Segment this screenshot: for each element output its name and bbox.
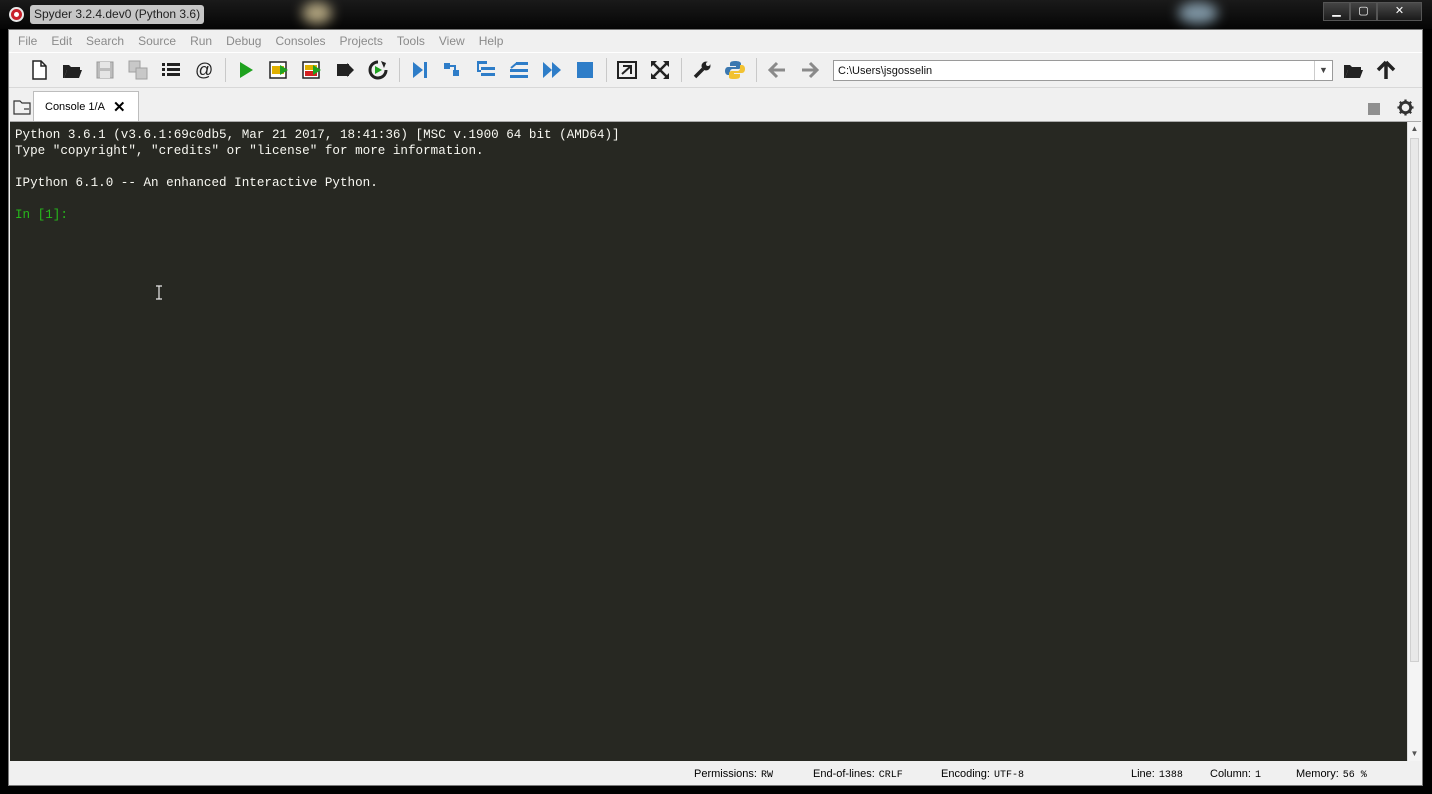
tab-console[interactable]: Console 1/A ✕: [33, 91, 139, 122]
working-directory-input[interactable]: [834, 61, 1332, 80]
console-tab-bar: Console 1/A ✕: [9, 89, 1422, 122]
background-blur: [302, 2, 332, 24]
console-line: IPython 6.1.0 -- An enhanced Interactive…: [15, 176, 378, 190]
status-column: Column: 1: [1210, 768, 1261, 781]
run-selection-icon[interactable]: [333, 58, 357, 82]
toolbar-separator: [399, 58, 400, 82]
console-line: Type "copyright", "credits" or "license"…: [15, 144, 484, 158]
open-file-icon[interactable]: [60, 58, 84, 82]
step-return-icon[interactable]: [507, 58, 531, 82]
menu-tools[interactable]: Tools: [397, 34, 425, 48]
menu-search[interactable]: Search: [86, 34, 124, 48]
toolbar-separator: [225, 58, 226, 82]
menu-help[interactable]: Help: [479, 34, 504, 48]
forward-icon[interactable]: [798, 58, 822, 82]
status-bar: Permissions: RW End-of-lines: CRLF Encodin…: [9, 764, 1422, 786]
svg-text:@: @: [195, 60, 213, 80]
outline-icon[interactable]: [159, 58, 183, 82]
menu-consoles[interactable]: Consoles: [275, 34, 325, 48]
title-bar: Spyder 3.2.4.dev0 (Python 3.6) ▁ ▢ ✕: [0, 0, 1432, 29]
debug-icon[interactable]: [408, 58, 432, 82]
close-icon[interactable]: ✕: [113, 98, 126, 116]
step-icon[interactable]: [441, 58, 465, 82]
save-icon[interactable]: [93, 58, 117, 82]
scrollbar-thumb[interactable]: [1410, 138, 1419, 662]
ipython-console[interactable]: Python 3.6.1 (v3.6.1:69c0db5, Mar 21 201…: [10, 121, 1421, 761]
maximize-icon[interactable]: ▢: [1350, 2, 1377, 21]
run-cell-icon[interactable]: [267, 58, 291, 82]
console-output: Python 3.6.1 (v3.6.1:69c0db5, Mar 21 201…: [15, 127, 620, 223]
close-icon[interactable]: ✕: [1377, 2, 1422, 21]
background-blur: [1178, 2, 1218, 24]
console-prompt[interactable]: In [1]:: [15, 207, 620, 223]
menu-bar: File Edit Search Source Run Debug Consol…: [9, 30, 1422, 51]
menu-source[interactable]: Source: [138, 34, 176, 48]
window-controls: ▁ ▢ ✕: [1323, 2, 1422, 21]
run-cell-advance-icon[interactable]: [300, 58, 324, 82]
toolbar-separator: [756, 58, 757, 82]
console-scrollbar[interactable]: ▲ ▼: [1407, 122, 1421, 761]
toolbar-separator: [681, 58, 682, 82]
main-frame: File Edit Search Source Run Debug Consol…: [8, 29, 1423, 786]
status-encoding: Encoding: UTF-8: [941, 768, 1024, 781]
parent-dir-icon[interactable]: [1374, 58, 1398, 82]
status-eol: End-of-lines: CRLF: [813, 768, 903, 781]
rerun-icon[interactable]: [366, 58, 390, 82]
at-icon[interactable]: @: [192, 58, 216, 82]
new-file-icon[interactable]: [27, 58, 51, 82]
working-directory-combo[interactable]: ▼: [833, 59, 1333, 81]
stop-debug-icon[interactable]: [573, 58, 597, 82]
save-all-icon[interactable]: [126, 58, 150, 82]
browse-folder-icon[interactable]: [1341, 58, 1365, 82]
spyder-logo-icon: [9, 7, 24, 22]
scroll-down-icon[interactable]: ▼: [1408, 747, 1421, 761]
minimize-icon[interactable]: ▁: [1323, 2, 1350, 21]
menu-view[interactable]: View: [439, 34, 465, 48]
menu-debug[interactable]: Debug: [226, 34, 261, 48]
chevron-down-icon[interactable]: ▼: [1314, 60, 1332, 80]
back-icon[interactable]: [765, 58, 789, 82]
status-line: Line: 1388: [1131, 768, 1183, 781]
menu-projects[interactable]: Projects: [340, 34, 383, 48]
toolbar-separator: [606, 58, 607, 82]
window-title: Spyder 3.2.4.dev0 (Python 3.6): [30, 5, 205, 24]
scroll-up-icon[interactable]: ▲: [1408, 122, 1421, 136]
tab-label: Console 1/A: [45, 101, 105, 113]
browse-tabs-icon[interactable]: [13, 99, 31, 115]
status-memory: Memory: 56 %: [1296, 768, 1367, 781]
text-cursor-icon: [156, 285, 162, 300]
maximize-pane-icon[interactable]: [615, 58, 639, 82]
menu-edit[interactable]: Edit: [51, 34, 72, 48]
menu-file[interactable]: File: [18, 34, 37, 48]
step-into-icon[interactable]: [474, 58, 498, 82]
continue-icon[interactable]: [540, 58, 564, 82]
status-permissions: Permissions: RW: [694, 768, 773, 781]
spyder-window: Spyder 3.2.4.dev0 (Python 3.6) ▁ ▢ ✕ Fil…: [0, 0, 1432, 794]
stop-kernel-icon[interactable]: [1368, 103, 1380, 115]
menu-run[interactable]: Run: [190, 34, 212, 48]
fullscreen-icon[interactable]: [648, 58, 672, 82]
toolbar: @ ▼: [9, 52, 1422, 88]
console-line: Python 3.6.1 (v3.6.1:69c0db5, Mar 21 201…: [15, 128, 620, 142]
preferences-icon[interactable]: [690, 58, 714, 82]
run-icon[interactable]: [234, 58, 258, 82]
python-path-icon[interactable]: [723, 58, 747, 82]
gear-icon[interactable]: [1397, 99, 1414, 116]
